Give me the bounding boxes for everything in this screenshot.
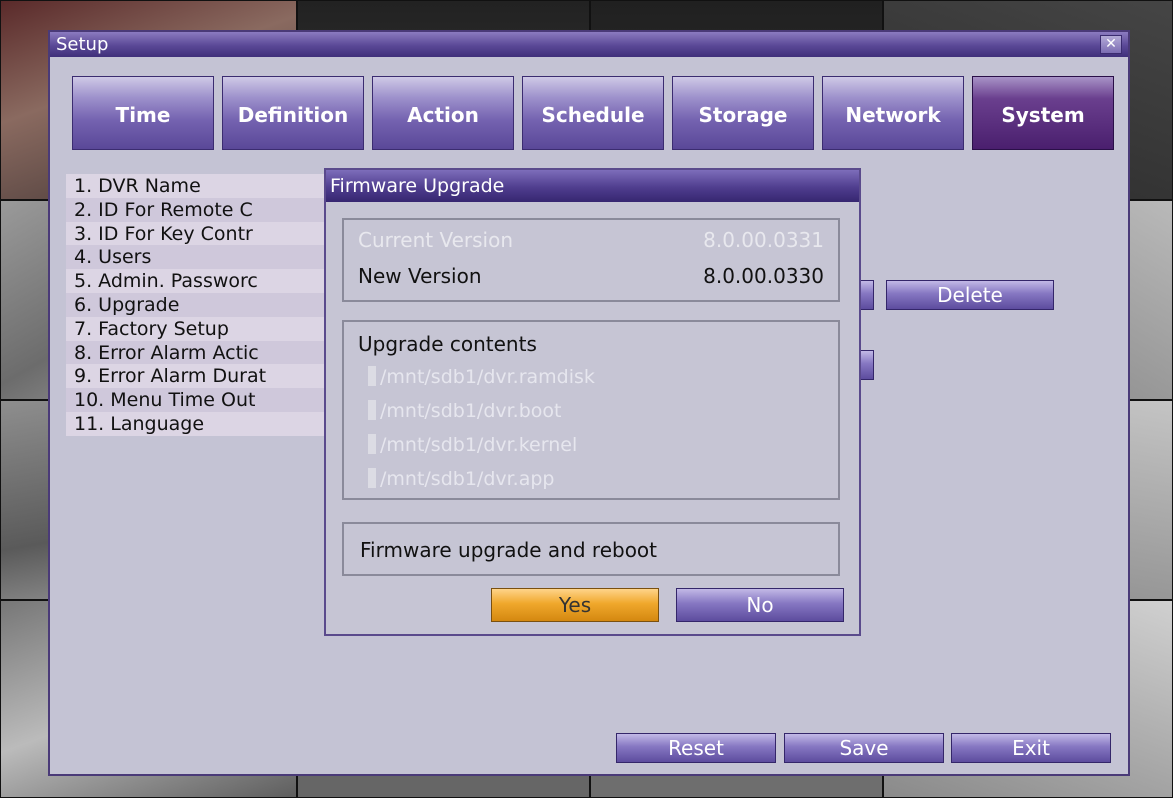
menu-item-remote-id[interactable]: 2. ID For Remote C bbox=[66, 197, 328, 222]
file-bullet-icon bbox=[368, 400, 376, 420]
save-button[interactable]: Save bbox=[784, 733, 944, 763]
current-version-label: Current Version bbox=[358, 228, 514, 252]
menu-item-language[interactable]: 11. Language bbox=[66, 411, 328, 436]
exit-button[interactable]: Exit bbox=[951, 733, 1111, 763]
file-path: /mnt/sdb1/dvr.boot bbox=[380, 400, 562, 422]
yes-button[interactable]: Yes bbox=[491, 588, 659, 622]
menu-item-key-id[interactable]: 3. ID For Key Contr bbox=[66, 221, 328, 246]
setup-title-bar: Setup ✕ bbox=[50, 32, 1128, 57]
file-item: /mnt/sdb1/dvr.ramdisk bbox=[368, 366, 595, 388]
tab-schedule[interactable]: Schedule bbox=[522, 76, 664, 150]
dialog-title: Firmware Upgrade bbox=[326, 170, 859, 202]
menu-item-error-alarm-action[interactable]: 8. Error Alarm Actic bbox=[66, 340, 328, 365]
tab-network[interactable]: Network bbox=[822, 76, 964, 150]
tab-action[interactable]: Action bbox=[372, 76, 514, 150]
upgrade-contents-title: Upgrade contents bbox=[358, 332, 537, 356]
menu-item-error-alarm-duration[interactable]: 9. Error Alarm Durat bbox=[66, 364, 328, 389]
file-bullet-icon bbox=[368, 434, 376, 454]
file-item: /mnt/sdb1/dvr.kernel bbox=[368, 434, 577, 456]
file-item: /mnt/sdb1/dvr.boot bbox=[368, 400, 561, 422]
upgrade-contents-box: Upgrade contents /mnt/sdb1/dvr.ramdisk /… bbox=[342, 320, 840, 500]
delete-button[interactable]: Delete bbox=[886, 280, 1054, 310]
tab-system[interactable]: System bbox=[972, 76, 1114, 150]
new-version-label: New Version bbox=[358, 264, 482, 288]
file-path: /mnt/sdb1/dvr.kernel bbox=[380, 434, 578, 456]
file-path: /mnt/sdb1/dvr.ramdisk bbox=[380, 366, 595, 388]
file-bullet-icon bbox=[368, 468, 376, 488]
tab-definition[interactable]: Definition bbox=[222, 76, 364, 150]
reset-button[interactable]: Reset bbox=[616, 733, 776, 763]
file-item: /mnt/sdb1/dvr.app bbox=[368, 468, 555, 490]
menu-item-admin-password[interactable]: 5. Admin. Passworc bbox=[66, 269, 328, 293]
no-button[interactable]: No bbox=[676, 588, 844, 622]
menu-item-upgrade[interactable]: 6. Upgrade bbox=[66, 292, 328, 317]
menu-item-factory-setup[interactable]: 7. Factory Setup bbox=[66, 316, 328, 341]
file-path: /mnt/sdb1/dvr.app bbox=[380, 468, 555, 490]
tab-storage[interactable]: Storage bbox=[672, 76, 814, 150]
reboot-text: Firmware upgrade and reboot bbox=[360, 538, 658, 562]
close-icon[interactable]: ✕ bbox=[1100, 35, 1122, 54]
menu-item-dvr-name[interactable]: 1. DVR Name bbox=[66, 174, 328, 198]
menu-item-users[interactable]: 4. Users bbox=[66, 245, 328, 270]
firmware-upgrade-dialog: Firmware Upgrade Current Version 8.0.00.… bbox=[324, 168, 861, 636]
version-box: Current Version 8.0.00.0331 New Version … bbox=[342, 218, 840, 302]
setup-title: Setup bbox=[56, 34, 109, 55]
tab-time[interactable]: Time bbox=[72, 76, 214, 150]
reboot-box: Firmware upgrade and reboot bbox=[342, 522, 840, 576]
file-bullet-icon bbox=[368, 366, 376, 386]
current-version-value: 8.0.00.0331 bbox=[703, 228, 824, 252]
system-menu: 1. DVR Name 2. ID For Remote C 3. ID For… bbox=[66, 174, 328, 436]
menu-item-menu-timeout[interactable]: 10. Menu Time Out bbox=[66, 388, 328, 412]
new-version-value: 8.0.00.0330 bbox=[703, 264, 824, 288]
